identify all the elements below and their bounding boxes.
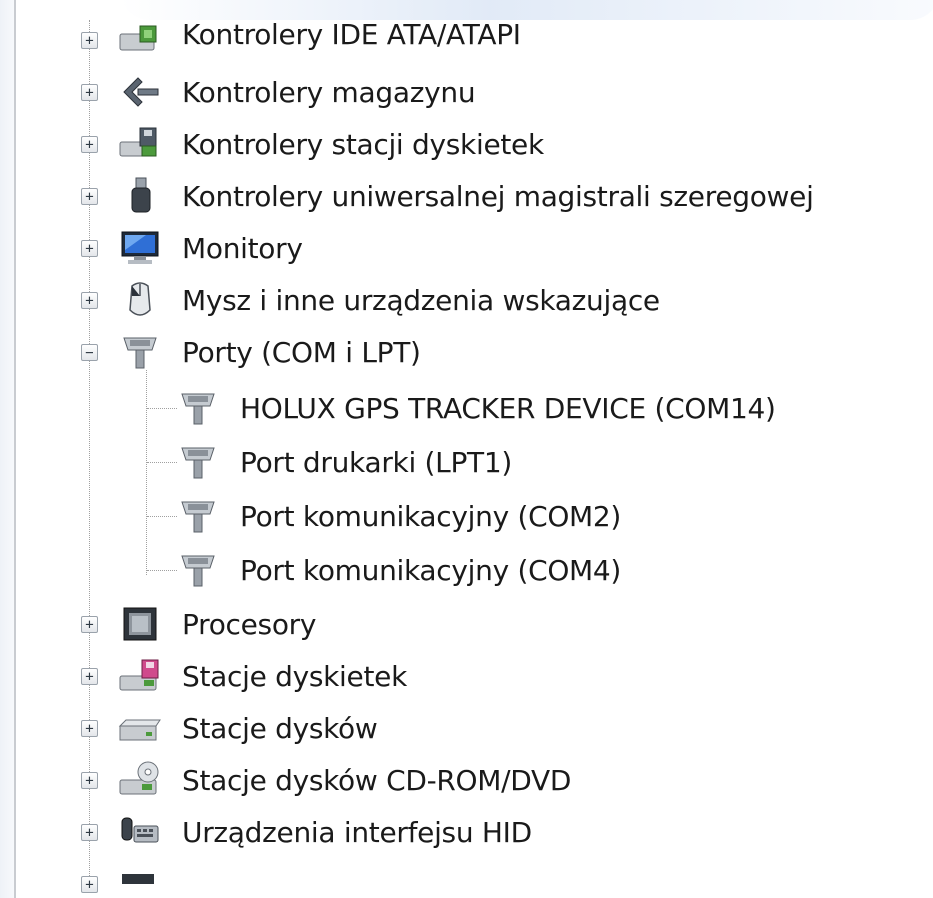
tree-item-label: Kontrolery uniwersalnej magistrali szere…: [182, 180, 814, 213]
tree-item-label: Urządzenia interfejsu HID: [182, 816, 532, 849]
tree-item-processors[interactable]: + Procesory: [0, 598, 700, 650]
port-connector-icon: [176, 442, 220, 482]
tree-item-floppy-controllers[interactable]: + Kontrolery stacji dyskietek: [0, 118, 700, 170]
expand-toggle[interactable]: +: [81, 292, 98, 309]
tree-item-hid-devices[interactable]: + Urządzenia interfejsu HID: [0, 806, 700, 858]
tree-item-printer-port[interactable]: Port drukarki (LPT1): [0, 436, 700, 488]
processor-icon: [118, 604, 162, 644]
tree-item-disk-drives[interactable]: + Stacje dysków: [0, 702, 700, 754]
usb-controller-icon: [118, 176, 162, 216]
hid-device-icon: [118, 812, 162, 852]
port-connector-icon: [176, 388, 220, 428]
tree-item-usb-controllers[interactable]: + Kontrolery uniwersalnej magistrali sze…: [0, 170, 933, 222]
expand-toggle[interactable]: +: [81, 824, 98, 841]
expand-toggle[interactable]: +: [81, 136, 98, 153]
tree-item-label: Port komunikacyjny (COM2): [240, 500, 622, 533]
tree-item-partial[interactable]: +: [0, 858, 700, 898]
tree-item-label: Monitory: [182, 232, 303, 265]
expand-toggle[interactable]: +: [81, 720, 98, 737]
tree-item-ide-controllers[interactable]: + Kontrolery IDE ATA/ATAPI: [0, 14, 700, 66]
tree-item-com4[interactable]: Port komunikacyjny (COM4): [0, 544, 700, 596]
tree-item-label: Porty (COM i LPT): [182, 336, 421, 369]
expand-toggle[interactable]: +: [81, 240, 98, 257]
tree-item-label: Procesory: [182, 608, 317, 641]
port-connector-icon: [176, 550, 220, 590]
tree-item-label: Port komunikacyjny (COM4): [240, 554, 622, 587]
expand-toggle[interactable]: +: [81, 32, 98, 49]
tree-item-storage-controllers[interactable]: + Kontrolery magazynu: [0, 66, 700, 118]
expand-toggle[interactable]: +: [81, 772, 98, 789]
floppy-controller-icon: [118, 124, 162, 164]
tree-item-label: HOLUX GPS TRACKER DEVICE (COM14): [240, 392, 776, 425]
device-manager-tree: + Kontrolery IDE ATA/ATAPI + Kontrolery …: [0, 0, 933, 898]
tree-item-floppy-drives[interactable]: + Stacje dyskietek: [0, 650, 700, 702]
tree-connector: [147, 462, 177, 463]
tree-item-cd-dvd-drives[interactable]: + Stacje dysków CD-ROM/DVD: [0, 754, 700, 806]
ide-controller-icon: [118, 20, 162, 60]
tree-item-label: Stacje dysków CD-ROM/DVD: [182, 764, 572, 797]
tree-item-label: Kontrolery stacji dyskietek: [182, 128, 544, 161]
tree-item-mice[interactable]: + Mysz i inne urządzenia wskazujące: [0, 274, 800, 326]
tree-item-label: Stacje dysków: [182, 712, 378, 745]
tree-connector: [147, 570, 177, 571]
tree-item-label: Mysz i inne urządzenia wskazujące: [182, 284, 660, 317]
tree-item-label: Stacje dyskietek: [182, 660, 407, 693]
storage-controller-icon: [118, 72, 162, 112]
port-connector-icon: [118, 332, 162, 372]
disk-drive-icon: [118, 708, 162, 748]
tree-item-label: Kontrolery IDE ATA/ATAPI: [182, 18, 521, 51]
tree-item-label: Kontrolery magazynu: [182, 76, 476, 109]
expand-toggle[interactable]: +: [81, 84, 98, 101]
port-connector-icon: [176, 496, 220, 536]
tree-item-ports[interactable]: − Porty (COM i LPT): [0, 326, 700, 378]
cd-dvd-drive-icon: [118, 760, 162, 800]
tree-item-monitors[interactable]: + Monitory: [0, 222, 700, 274]
expand-toggle[interactable]: +: [81, 668, 98, 685]
tree-item-label: Port drukarki (LPT1): [240, 446, 512, 479]
mouse-icon: [118, 280, 162, 320]
expand-toggle[interactable]: +: [81, 188, 98, 205]
collapse-toggle[interactable]: −: [81, 344, 98, 361]
tree-connector: [147, 516, 177, 517]
tree-item-com2[interactable]: Port komunikacyjny (COM2): [0, 490, 700, 542]
tree-item-holux-gps[interactable]: HOLUX GPS TRACKER DEVICE (COM14): [0, 382, 900, 434]
expand-toggle[interactable]: +: [81, 616, 98, 633]
expand-toggle[interactable]: +: [81, 876, 98, 893]
floppy-drive-icon: [118, 656, 162, 696]
partially-visible-device-icon: [118, 870, 162, 898]
monitor-icon: [118, 228, 162, 268]
tree-connector: [147, 408, 177, 409]
